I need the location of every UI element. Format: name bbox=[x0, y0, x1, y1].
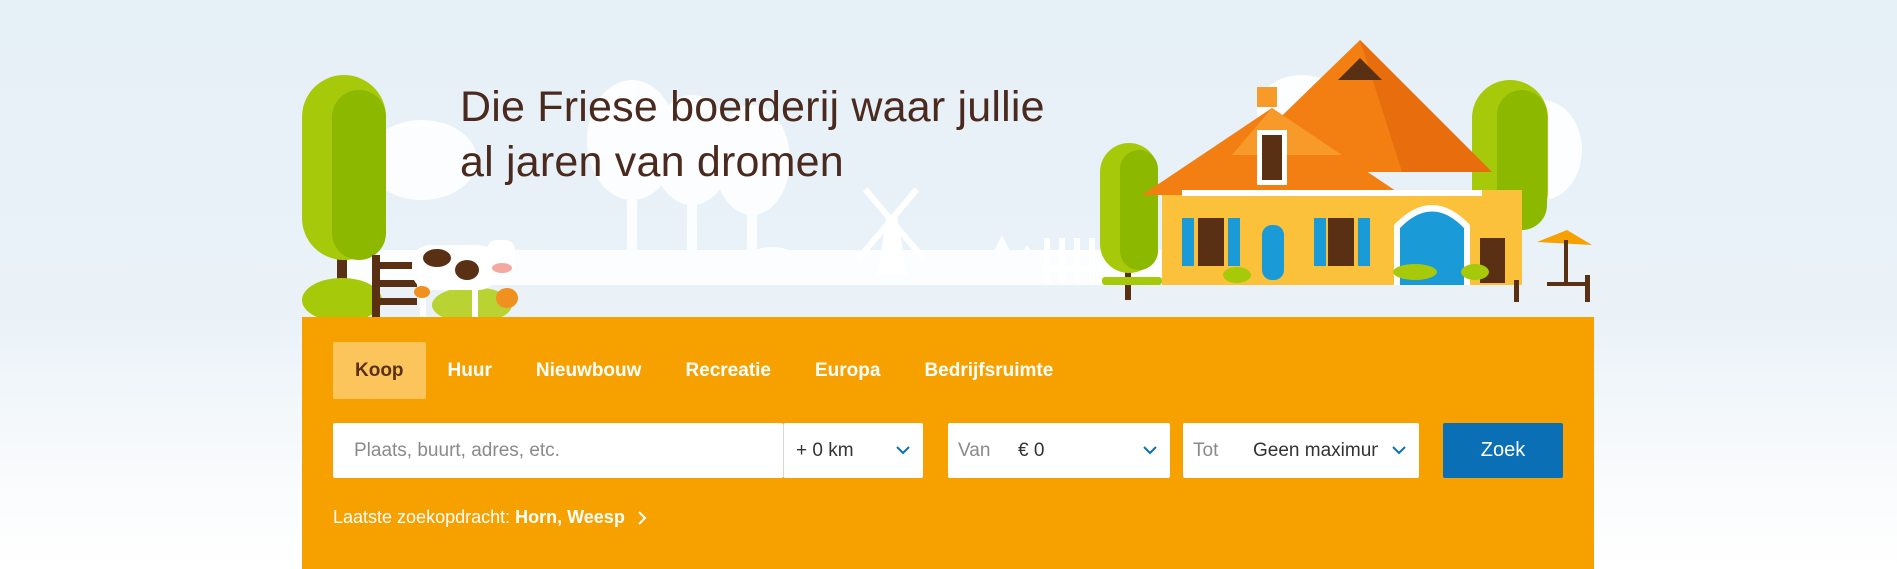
farmhouse-icon bbox=[1142, 40, 1522, 285]
tab-recreatie[interactable]: Recreatie bbox=[663, 342, 793, 399]
radius-value: + 0 km bbox=[796, 439, 854, 461]
hero-headline: Die Friese boerderij waar jullie al jare… bbox=[460, 80, 1100, 190]
last-search-link[interactable]: Laatste zoekopdracht: Horn, Weesp bbox=[333, 507, 647, 528]
headline-line-2: al jaren van dromen bbox=[460, 138, 844, 186]
search-panel: Koop Huur Nieuwbouw Recreatie Europa Bed… bbox=[302, 317, 1594, 569]
last-search-label: Laatste zoekopdracht: bbox=[333, 507, 511, 527]
price-from-value: € 0 bbox=[1018, 439, 1045, 461]
tab-bedrijfsruimte[interactable]: Bedrijfsruimte bbox=[902, 342, 1075, 399]
last-search-value: Horn, Weesp bbox=[515, 507, 625, 527]
radius-select[interactable]: + 0 km bbox=[783, 423, 923, 478]
tab-europa[interactable]: Europa bbox=[793, 342, 902, 399]
chevron-down-icon bbox=[896, 446, 910, 455]
price-from-label: Van bbox=[958, 439, 991, 461]
chevron-down-icon bbox=[1143, 446, 1157, 455]
terrace-icon bbox=[1514, 230, 1592, 302]
location-input[interactable] bbox=[354, 439, 783, 462]
tab-nieuwbouw[interactable]: Nieuwbouw bbox=[514, 342, 664, 399]
tab-koop[interactable]: Koop bbox=[333, 342, 426, 399]
location-field bbox=[333, 423, 783, 478]
price-to-label: Tot bbox=[1193, 439, 1219, 461]
hero-banner: Die Friese boerderij waar jullie al jare… bbox=[302, 0, 1594, 318]
price-from-select[interactable]: Van € 0 bbox=[948, 423, 1170, 478]
chevron-down-icon bbox=[1392, 446, 1406, 455]
tree-left bbox=[302, 75, 386, 280]
price-to-select[interactable]: Tot Geen maximum bbox=[1183, 423, 1419, 478]
headline-line-1: Die Friese boerderij waar jullie bbox=[460, 83, 1045, 131]
search-tabs: Koop Huur Nieuwbouw Recreatie Europa Bed… bbox=[333, 342, 1075, 399]
search-button[interactable]: Zoek bbox=[1443, 423, 1563, 478]
chevron-right-icon bbox=[638, 510, 647, 525]
tab-huur[interactable]: Huur bbox=[426, 342, 514, 399]
price-to-value: Geen maximum bbox=[1253, 439, 1378, 461]
